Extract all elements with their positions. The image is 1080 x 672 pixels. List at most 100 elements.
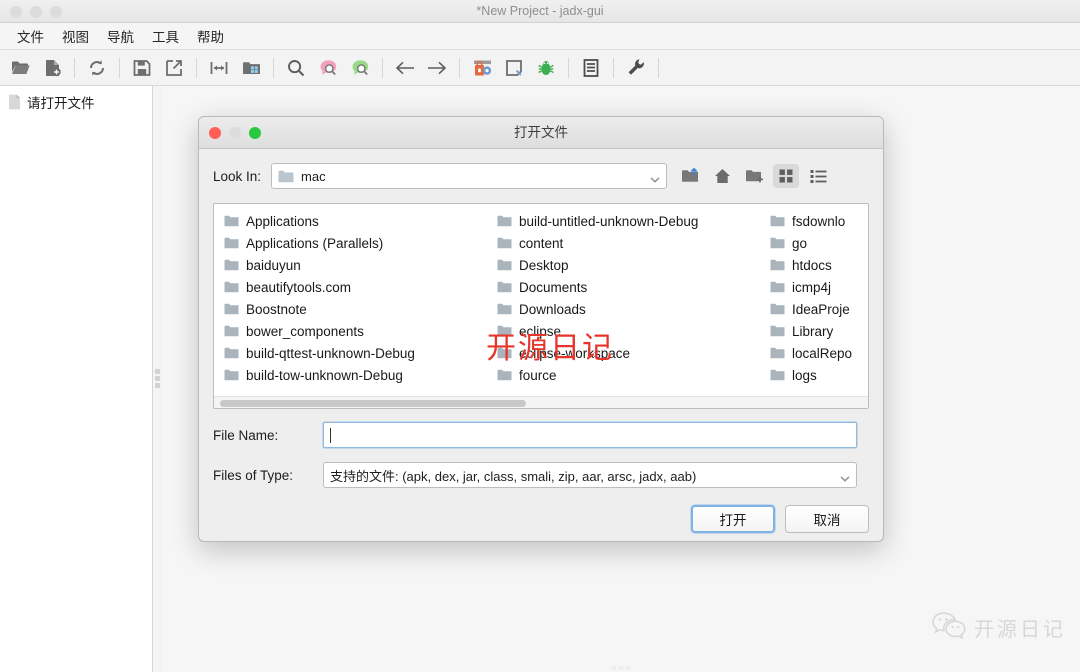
dialog-traffic-lights[interactable] [209, 127, 261, 139]
file-name: Boostnote [246, 301, 307, 317]
horizontal-splitter[interactable] [162, 662, 1080, 672]
sync-button[interactable] [205, 54, 233, 82]
folder-icon [770, 281, 785, 293]
file-name: go [792, 235, 808, 251]
file-list-item[interactable]: bower_components [218, 320, 491, 342]
toolbar-separator [382, 57, 383, 78]
file-list-item[interactable]: IdeaProje [764, 298, 868, 320]
new-folder-button[interactable] [741, 164, 767, 188]
file-list-item[interactable]: build-qttest-unknown-Debug [218, 342, 491, 364]
preferences-button[interactable] [622, 54, 650, 82]
file-name: icmp4j [792, 279, 832, 295]
file-list-item[interactable]: content [491, 232, 764, 254]
window-titlebar: *New Project - jadx-gui [0, 0, 1080, 23]
file-list-item[interactable]: Boostnote [218, 298, 491, 320]
menu-item-tools[interactable]: 工具 [143, 23, 188, 49]
home-button[interactable] [709, 164, 735, 188]
file-list-item[interactable]: beautifytools.com [218, 276, 491, 298]
quark-button[interactable] [500, 54, 528, 82]
vertical-splitter[interactable] [153, 86, 162, 672]
horizontal-scrollbar[interactable] [214, 396, 868, 408]
file-icon [8, 94, 21, 110]
class-search-button[interactable] [314, 54, 342, 82]
file-list-item[interactable]: htdocs [764, 254, 868, 276]
reload-button[interactable] [83, 54, 111, 82]
file-name: bower_components [246, 323, 364, 339]
file-list-item[interactable]: Desktop [491, 254, 764, 276]
wechat-watermark-badge: 开源日记 [932, 611, 1066, 644]
toolbar-separator [568, 57, 569, 78]
files-of-type-combo[interactable]: 支持的文件: (apk, dex, jar, class, smali, zip… [323, 462, 857, 488]
menu-item-help[interactable]: 帮助 [188, 23, 233, 49]
menu-item-navigation[interactable]: 导航 [98, 23, 143, 49]
logs-button[interactable] [577, 54, 605, 82]
file-list-item[interactable]: Applications (Parallels) [218, 232, 491, 254]
wechat-icon [932, 611, 966, 644]
cancel-button[interactable]: 取消 [785, 505, 869, 533]
file-list-item[interactable]: logs [764, 364, 868, 386]
folder-icon [224, 281, 239, 293]
file-name: build-qttest-unknown-Debug [246, 345, 415, 361]
file-name: localRepo [792, 345, 853, 361]
deobfuscation-button[interactable] [468, 54, 496, 82]
folder-icon [497, 259, 512, 271]
file-list-item[interactable]: fsdownlo [764, 210, 868, 232]
open-file-button[interactable] [6, 54, 34, 82]
look-in-combo[interactable]: mac [271, 163, 668, 189]
sidebar-item-label: 请打开文件 [27, 96, 95, 111]
folder-icon [224, 369, 239, 381]
file-list-item[interactable]: eclipse-workspace [491, 342, 764, 364]
file-list-item[interactable]: Library [764, 320, 868, 342]
file-list-item[interactable]: localRepo [764, 342, 868, 364]
tile-view-button[interactable] [773, 164, 800, 188]
file-list-item[interactable]: Documents [491, 276, 764, 298]
save-all-button[interactable] [128, 54, 156, 82]
file-list-item[interactable]: baiduyun [218, 254, 491, 276]
file-name: fource [519, 367, 557, 383]
file-list-item[interactable]: icmp4j [764, 276, 868, 298]
debugger-button[interactable] [532, 54, 560, 82]
folder-icon [224, 347, 239, 359]
dialog-minimize-button[interactable] [229, 127, 241, 139]
go-up-button[interactable] [677, 164, 703, 188]
back-button[interactable] [391, 54, 419, 82]
toolbar-separator [273, 57, 274, 78]
file-list-columns: Applications Applications (Parallels) ba… [214, 204, 868, 386]
dialog-close-button[interactable] [209, 127, 221, 139]
flat-packages-button[interactable] [237, 54, 265, 82]
folder-icon [770, 215, 785, 227]
file-name-label: File Name: [213, 427, 279, 443]
menu-item-view[interactable]: 视图 [53, 23, 98, 49]
file-list-item[interactable]: eclipse [491, 320, 764, 342]
folder-icon [497, 215, 512, 227]
list-view-button[interactable] [805, 164, 831, 188]
open-button[interactable]: 打开 [691, 505, 775, 533]
file-list-item[interactable]: Applications [218, 210, 491, 232]
files-of-type-row: Files of Type: 支持的文件: (apk, dex, jar, cl… [213, 461, 869, 489]
file-name: build-untitled-unknown-Debug [519, 213, 699, 229]
add-files-button[interactable] [38, 54, 66, 82]
file-name: Applications [246, 213, 319, 229]
export-gradle-button[interactable] [160, 54, 188, 82]
menu-item-file[interactable]: 文件 [8, 23, 53, 49]
file-list-item[interactable]: Downloads [491, 298, 764, 320]
file-list-item[interactable]: build-untitled-unknown-Debug [491, 210, 764, 232]
folder-icon [770, 347, 785, 359]
folder-icon [497, 369, 512, 381]
file-list-item[interactable]: fource [491, 364, 764, 386]
file-list-item[interactable]: build-tow-unknown-Debug [218, 364, 491, 386]
file-column-1: Applications Applications (Parallels) ba… [218, 210, 491, 386]
dialog-nav-buttons [677, 164, 831, 188]
file-name-input[interactable] [323, 422, 857, 448]
file-list[interactable]: Applications Applications (Parallels) ba… [213, 203, 869, 409]
dialog-maximize-button[interactable] [249, 127, 261, 139]
text-search-button[interactable] [282, 54, 310, 82]
forward-button[interactable] [423, 54, 451, 82]
file-list-item[interactable]: go [764, 232, 868, 254]
open-file-dialog: 打开文件 Look In: mac Applications Applicati… [198, 116, 884, 542]
sidebar-item-open-file[interactable]: 请打开文件 [0, 86, 152, 118]
comment-search-button[interactable] [346, 54, 374, 82]
scrollbar-thumb[interactable] [220, 400, 526, 407]
folder-icon [497, 347, 512, 359]
toolbar-separator [658, 57, 659, 78]
